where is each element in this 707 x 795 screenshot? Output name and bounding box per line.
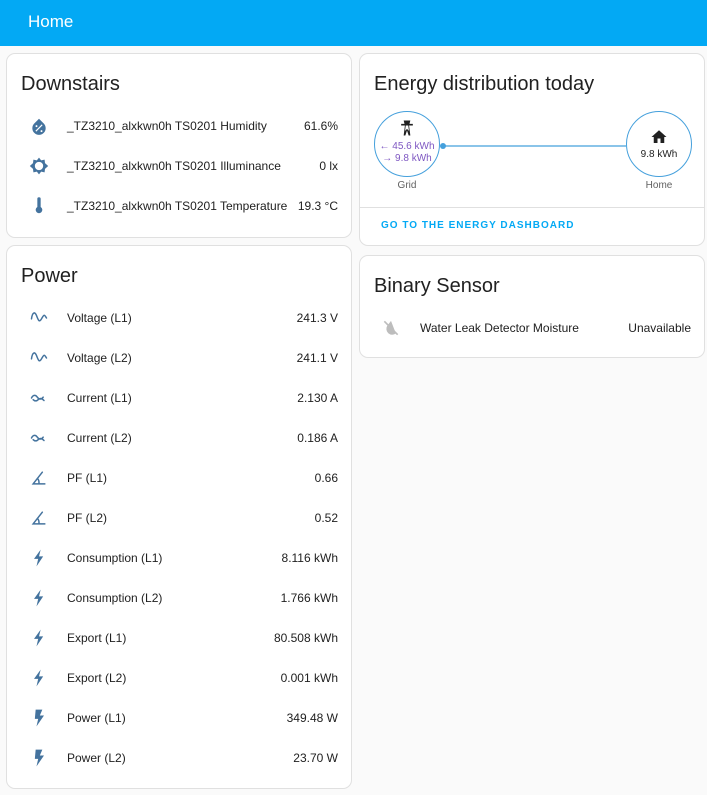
brightness-icon <box>27 154 51 178</box>
entity-name: _TZ3210_alxkwn0h TS0201 Illuminance <box>67 159 281 173</box>
binary-sensor-title: Binary Sensor <box>374 275 500 297</box>
home-value: 9.8 kWh <box>640 149 678 160</box>
water-off-icon <box>379 316 403 340</box>
entity-value: 80.508 kWh <box>273 631 338 645</box>
page-title: Home <box>28 12 74 31</box>
lightning-bolt-icon <box>27 626 51 650</box>
entity-row-illuminance[interactable]: _TZ3210_alxkwn0h TS0201 Illuminance 0 lx <box>7 146 351 186</box>
current-ac-icon <box>27 386 51 410</box>
transmission-tower-icon <box>397 118 417 138</box>
entity-row-water-leak[interactable]: Water Leak Detector Moisture Unavailable <box>360 308 704 348</box>
flash-icon <box>27 746 51 770</box>
entity-value: 0 lx <box>319 159 338 173</box>
entity-name: Voltage (L1) <box>67 311 132 325</box>
entity-value: 0.186 A <box>297 431 338 445</box>
sine-wave-icon <box>27 306 51 330</box>
entity-value: 8.116 kWh <box>281 551 338 565</box>
entity-value: 241.1 V <box>296 351 338 365</box>
angle-acute-icon <box>27 466 51 490</box>
entity-name: _TZ3210_alxkwn0h TS0201 Temperature <box>67 199 288 213</box>
card-divider <box>360 207 704 208</box>
entity-value: Unavailable <box>628 321 691 335</box>
entity-name: Power (L2) <box>67 751 126 765</box>
binary-sensor-card: Binary Sensor Water Leak Detector Moistu… <box>359 255 705 358</box>
entity-row-voltage-l2[interactable]: Voltage (L2) 241.1 V <box>7 338 351 378</box>
power-title: Power <box>21 265 78 287</box>
grid-home-flow-line <box>440 143 626 149</box>
water-percent-icon <box>27 114 51 138</box>
thermometer-icon <box>27 194 51 218</box>
entity-value: 0.52 <box>314 511 338 525</box>
downstairs-title: Downstairs <box>21 73 120 95</box>
entity-row-current-l1[interactable]: Current (L1) 2.130 A <box>7 378 351 418</box>
entity-value: 0.66 <box>314 471 338 485</box>
entity-row-consumption-l2[interactable]: Consumption (L2) 1.766 kWh <box>7 578 351 618</box>
entity-row-consumption-l1[interactable]: Consumption (L1) 8.116 kWh <box>7 538 351 578</box>
entity-row-voltage-l1[interactable]: Voltage (L1) 241.3 V <box>7 298 351 338</box>
home-node[interactable]: 9.8 kWh <box>626 111 692 177</box>
entity-name: PF (L1) <box>67 471 108 485</box>
entity-value: 1.766 kWh <box>280 591 338 605</box>
energy-distribution-card: Energy distribution today ← 45.6 kWh → 9… <box>359 53 705 246</box>
top-toolbar: Home <box>0 0 707 46</box>
entity-name: PF (L2) <box>67 511 108 525</box>
home-label: Home <box>645 180 673 191</box>
entity-name: Water Leak Detector Moisture <box>420 321 579 335</box>
entity-row-power-l1[interactable]: Power (L1) 349.48 W <box>7 698 351 738</box>
downstairs-card: Downstairs _TZ3210_alxkwn0h TS0201 Humid… <box>6 53 352 238</box>
lightning-bolt-icon <box>27 586 51 610</box>
entity-value: 23.70 W <box>293 751 338 765</box>
entity-row-current-l2[interactable]: Current (L2) 0.186 A <box>7 418 351 458</box>
entity-row-export-l2[interactable]: Export (L2) 0.001 kWh <box>7 658 351 698</box>
entity-row-pf-l2[interactable]: PF (L2) 0.52 <box>7 498 351 538</box>
entity-value: 241.3 V <box>296 311 338 325</box>
sine-wave-icon <box>27 346 51 370</box>
entity-row-power-l2[interactable]: Power (L2) 23.70 W <box>7 738 351 778</box>
entity-name: Voltage (L2) <box>67 351 132 365</box>
entity-name: Consumption (L2) <box>67 591 163 605</box>
entity-row-temperature[interactable]: _TZ3210_alxkwn0h TS0201 Temperature 19.3… <box>7 186 351 226</box>
entity-value: 2.130 A <box>297 391 338 405</box>
lightning-bolt-icon <box>27 546 51 570</box>
entity-name: Export (L1) <box>67 631 127 645</box>
entity-row-export-l1[interactable]: Export (L1) 80.508 kWh <box>7 618 351 658</box>
entity-name: Power (L1) <box>67 711 126 725</box>
entity-name: Consumption (L1) <box>67 551 163 565</box>
entity-name: Current (L2) <box>67 431 132 445</box>
entity-value: 0.001 kWh <box>280 671 338 685</box>
entity-name: _TZ3210_alxkwn0h TS0201 Humidity <box>67 119 267 133</box>
entity-row-pf-l1[interactable]: PF (L1) 0.66 <box>7 458 351 498</box>
entity-value: 61.6% <box>303 119 338 133</box>
energy-dashboard-link[interactable]: GO TO THE ENERGY DASHBOARD <box>381 220 574 231</box>
current-ac-icon <box>27 426 51 450</box>
home-icon <box>650 128 668 146</box>
grid-in-value: ← 45.6 kWh <box>379 141 435 152</box>
energy-title: Energy distribution today <box>374 73 595 95</box>
grid-out-value: → 9.8 kWh <box>382 153 432 164</box>
angle-acute-icon <box>27 506 51 530</box>
flash-icon <box>27 706 51 730</box>
entity-name: Current (L1) <box>67 391 132 405</box>
entity-row-humidity[interactable]: _TZ3210_alxkwn0h TS0201 Humidity 61.6% <box>7 106 351 146</box>
grid-node[interactable]: ← 45.6 kWh → 9.8 kWh <box>374 111 440 177</box>
entity-name: Export (L2) <box>67 671 127 685</box>
lightning-bolt-icon <box>27 666 51 690</box>
power-card: Power Voltage (L1) 241.3 V Voltage (L2) … <box>6 245 352 789</box>
grid-label: Grid <box>397 180 417 191</box>
entity-value: 349.48 W <box>286 711 338 725</box>
entity-value: 19.3 °C <box>297 199 338 213</box>
